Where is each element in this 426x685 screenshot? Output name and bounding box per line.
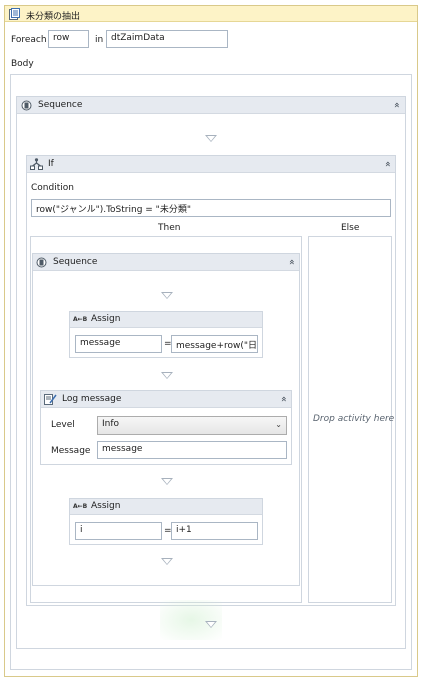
collapse-icon[interactable]: « xyxy=(382,161,393,167)
collapse-icon[interactable]: « xyxy=(286,259,297,265)
assign-header[interactable]: A←B Assign xyxy=(70,312,262,328)
foreach-collection-input[interactable]: dtZaimData xyxy=(106,30,228,48)
if-icon xyxy=(30,158,43,173)
assign-value-input[interactable]: i+1 xyxy=(171,522,258,540)
else-drop-placeholder: Drop activity here xyxy=(313,414,395,424)
sequence-inner-header[interactable]: Sequence « xyxy=(33,254,299,271)
level-select[interactable]: Info ⌄ xyxy=(97,416,287,435)
sequence-outer-title: Sequence xyxy=(38,100,83,110)
assign-icon: A←B xyxy=(73,316,88,323)
condition-input[interactable]: row("ジャンル").ToString = "未分類" xyxy=(31,199,391,217)
assign-icon: A←B xyxy=(73,503,88,510)
assign-header[interactable]: A←B Assign xyxy=(70,499,262,515)
condition-label: Condition xyxy=(31,183,74,193)
assign-to-input[interactable]: message xyxy=(75,335,162,353)
body-label: Body xyxy=(11,59,34,69)
foreach-header[interactable]: 未分類の抽出 xyxy=(5,6,417,22)
drop-arrow-icon xyxy=(205,135,217,142)
message-label: Message xyxy=(51,446,91,456)
sequence-icon xyxy=(21,100,32,114)
level-label: Level xyxy=(51,420,75,430)
if-title: If xyxy=(48,159,54,169)
drop-arrow-icon xyxy=(161,292,173,299)
foreach-icon xyxy=(9,8,20,23)
sequence-outer-header[interactable]: Sequence « xyxy=(17,97,405,114)
drop-arrow-icon xyxy=(161,478,173,485)
assign-to-input[interactable]: i xyxy=(75,522,162,540)
assign-value-input[interactable]: message+row("日付 xyxy=(171,335,258,353)
assign-title: Assign xyxy=(91,314,121,324)
drop-highlight xyxy=(160,600,222,640)
else-panel[interactable]: Drop activity here xyxy=(308,236,395,603)
collapse-icon[interactable]: « xyxy=(278,396,289,402)
drop-arrow-icon xyxy=(161,372,173,379)
log-message-header[interactable]: Log message « xyxy=(41,391,291,408)
in-label: in xyxy=(95,35,104,45)
log-message-title: Log message xyxy=(62,394,122,404)
drop-arrow-icon xyxy=(205,621,217,628)
message-input[interactable]: message xyxy=(97,441,287,459)
sequence-inner-title: Sequence xyxy=(53,257,98,267)
collapse-icon[interactable]: « xyxy=(391,102,402,108)
log-message-icon xyxy=(44,393,57,408)
foreach-label: Foreach xyxy=(11,35,47,45)
else-label: Else xyxy=(341,223,360,233)
chevron-down-icon: ⌄ xyxy=(275,420,282,429)
level-select-value: Info xyxy=(102,419,120,429)
foreach-title: 未分類の抽出 xyxy=(26,12,81,22)
foreach-item-input[interactable]: row xyxy=(48,30,89,48)
if-header[interactable]: If « xyxy=(27,156,395,173)
assign-title: Assign xyxy=(91,501,121,511)
then-label: Then xyxy=(158,223,181,233)
sequence-icon xyxy=(36,257,47,271)
drop-arrow-icon xyxy=(161,558,173,565)
